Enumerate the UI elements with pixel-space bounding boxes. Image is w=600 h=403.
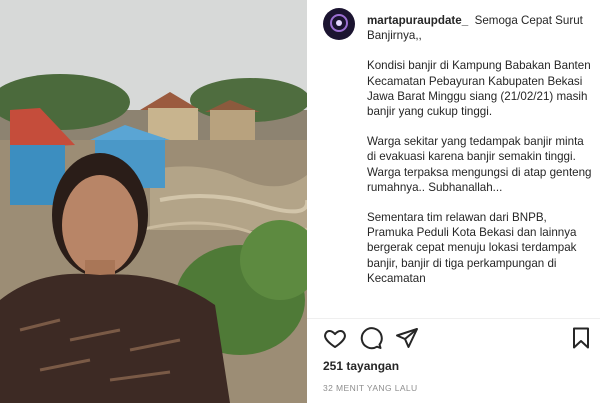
- caption-paragraph-1: Kondisi banjir di Kampung Babakan Banten…: [367, 59, 591, 119]
- paper-plane-icon[interactable]: [395, 326, 419, 350]
- post-timestamp[interactable]: 32 MENIT YANG LALU: [323, 383, 418, 393]
- view-count[interactable]: 251 tayangan: [323, 359, 399, 373]
- avatar[interactable]: [323, 8, 355, 40]
- divider: [307, 318, 600, 319]
- caption: martapuraupdate_ Semoga Cepat Surut Banj…: [367, 13, 593, 301]
- caption-scroll[interactable]: martapuraupdate_ Semoga Cepat Surut Banj…: [367, 6, 597, 322]
- comment-bubble-icon[interactable]: [359, 326, 383, 350]
- caption-paragraph-3: Sementara tim relawan dari BNPB, Pramuka…: [367, 211, 577, 285]
- post-video[interactable]: [0, 0, 307, 403]
- flood-video-frame: [0, 0, 307, 403]
- post-sidebar: martapuraupdate_ Semoga Cepat Surut Banj…: [307, 0, 600, 403]
- caption-paragraph-2: Warga sekitar yang tedampak banjir minta…: [367, 135, 592, 194]
- post-caption-area: martapuraupdate_ Semoga Cepat Surut Banj…: [323, 6, 595, 316]
- caption-intro: martapuraupdate_ Semoga Cepat Surut Banj…: [367, 13, 593, 43]
- action-bar: [323, 326, 593, 352]
- username-link[interactable]: martapuraupdate_: [367, 14, 468, 27]
- bookmark-icon[interactable]: [569, 326, 593, 350]
- avatar-dot: [336, 20, 342, 26]
- heart-outline-icon[interactable]: [323, 326, 347, 350]
